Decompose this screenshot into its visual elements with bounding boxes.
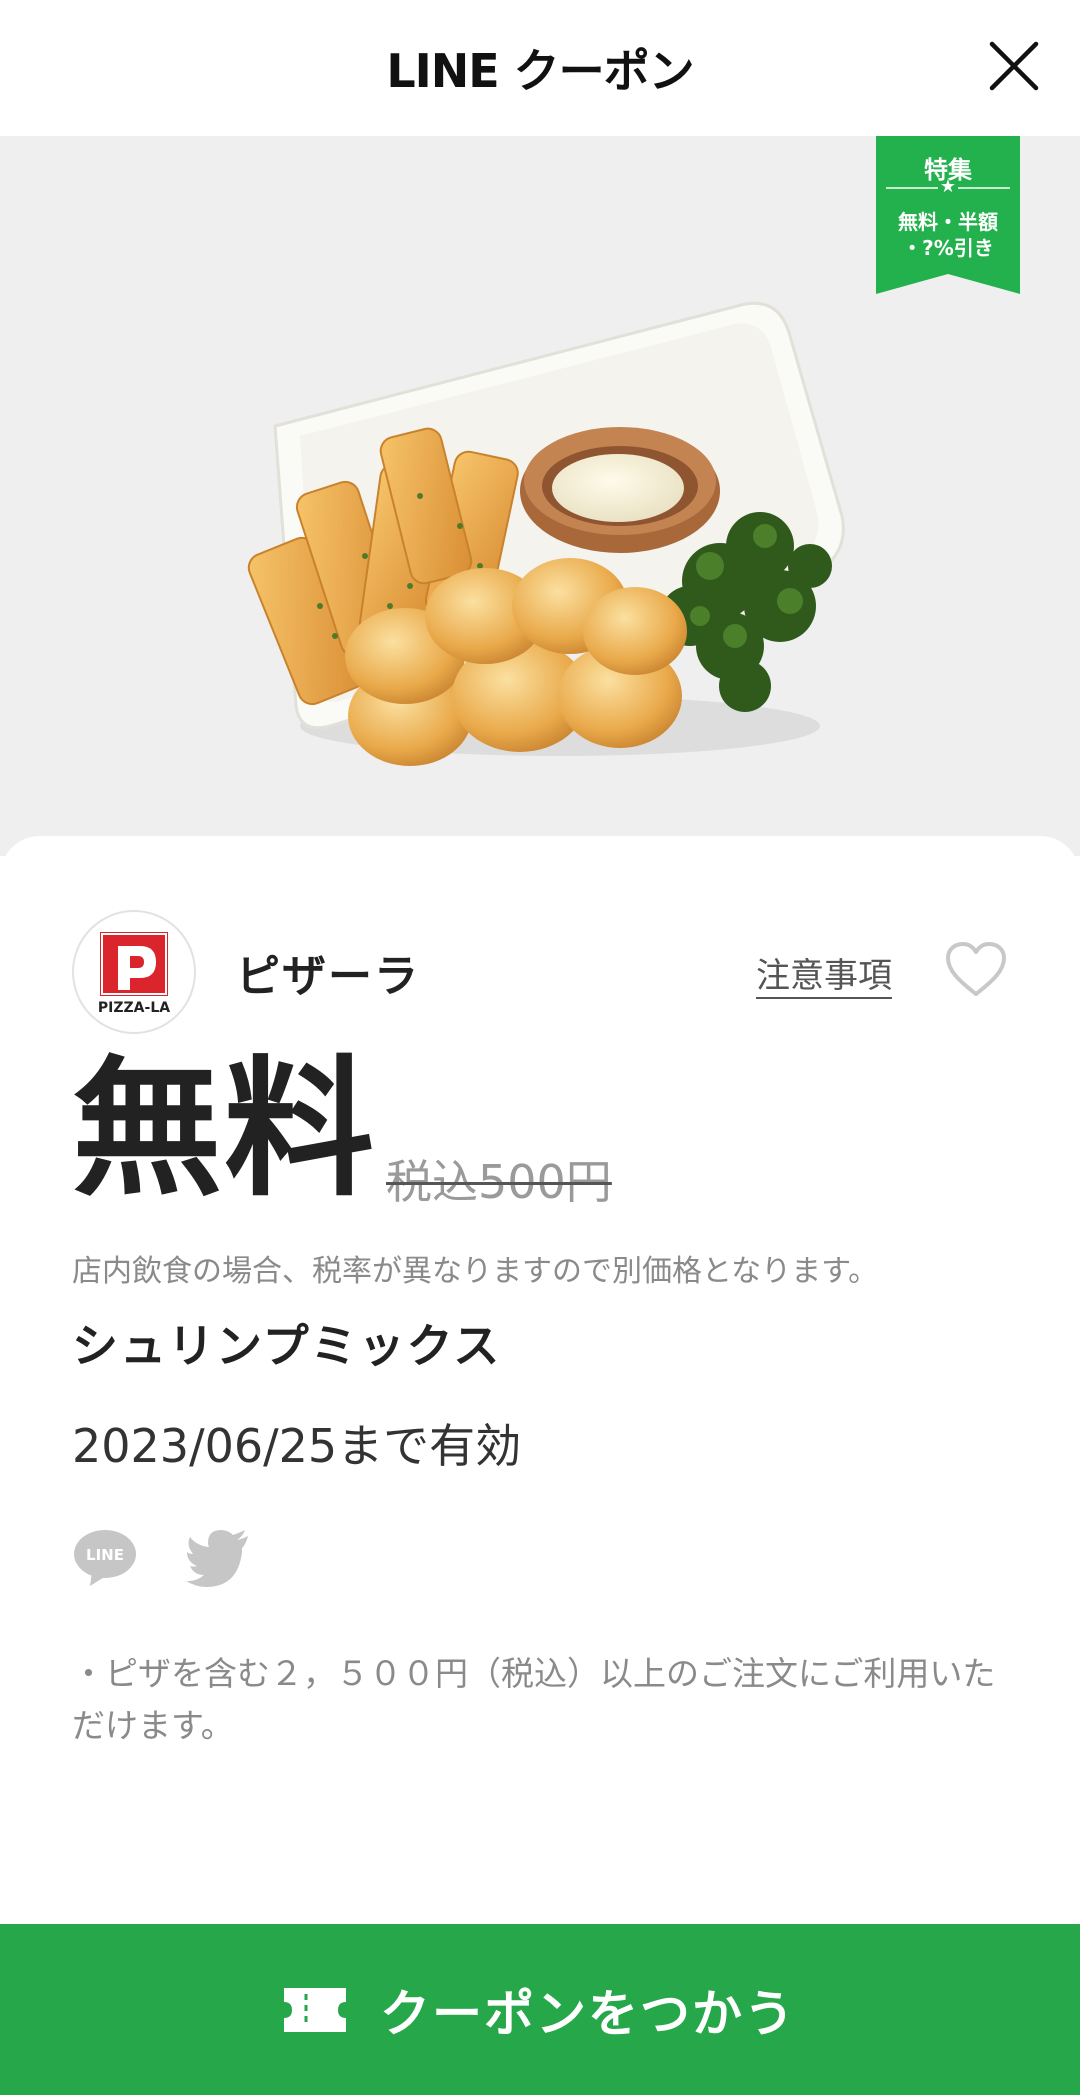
header-bar: LINE クーポン — [0, 0, 1080, 136]
ticket-icon — [284, 1987, 346, 2032]
use-coupon-button[interactable]: クーポンをつかう — [0, 1924, 1080, 2095]
logo-text: PIZZA-LA — [98, 1000, 170, 1016]
close-icon[interactable] — [986, 38, 1042, 94]
product-name: シュリンプミックス — [72, 1319, 502, 1373]
terms-text: ・ピザを含む２，５００円（税込）以上のご注文にご利用いただけます。 — [72, 1654, 996, 1745]
feature-badge: 特集 ★ 無料・半額 ・?%引き — [876, 136, 1020, 294]
badge-line3: ・?%引き — [902, 236, 994, 260]
use-coupon-label: クーポンをつかう — [380, 1984, 796, 2043]
twitter-icon[interactable] — [186, 1528, 252, 1588]
store-logo: PIZZA-LA — [72, 910, 196, 1034]
heart-icon[interactable] — [944, 940, 1008, 1000]
line-icon-text: LINE — [86, 1546, 124, 1564]
notice-link[interactable]: 注意事項 — [756, 948, 892, 997]
product-image: 特集 ★ 無料・半額 ・?%引き — [0, 136, 1080, 856]
validity-date: 2023/06/25まで有効 — [72, 1419, 522, 1473]
original-price: 税込500円 — [386, 1155, 612, 1209]
discount-price: 無料 — [72, 1043, 377, 1217]
tax-note: 店内飲食の場合、税率が異なりますので別価格となります。 — [72, 1254, 879, 1289]
star-icon: ★ — [939, 176, 957, 197]
badge-line2: 無料・半額 — [898, 210, 998, 234]
page-title: LINE クーポン — [386, 44, 694, 98]
store-name: ピザーラ — [236, 951, 420, 1002]
line-icon[interactable]: LINE — [72, 1526, 138, 1592]
